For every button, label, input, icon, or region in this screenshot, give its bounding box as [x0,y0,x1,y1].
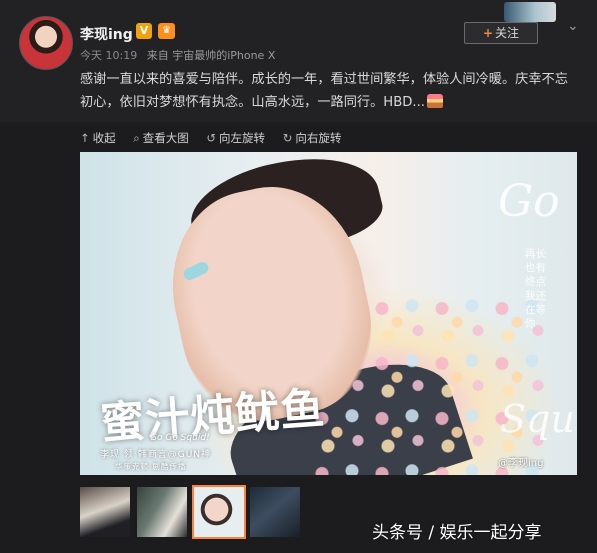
post-text-content: 感谢一直以来的喜爱与陪伴。成长的一年，看过世间繁华，体验人间冷暖。庆幸不忘初心，… [80,72,568,110]
vip-crown-icon: ♛ [158,23,175,39]
avatar[interactable] [19,16,73,70]
poster-cast: 李现 领 韩商言@GUN神 [100,450,212,460]
poster-tagline: 再长也有终点我还在等你 [525,248,546,330]
arrow-up-icon: ↑ [80,131,90,145]
view-large-label: 查看大图 [142,131,189,145]
card-decoration-image [504,2,556,22]
follow-label: 关注 [495,26,520,40]
thumbnail-3-selected[interactable] [192,485,246,539]
post-header: 李现ing V ♛ 今天 10:19 来自 宇宙最帅的iPhone X + 关注 … [0,0,597,122]
thumbnail-2[interactable] [137,487,187,537]
thumbnail-4[interactable] [250,487,300,537]
image-toolbar: ↑ 收起 ⌕ 查看大图 ↺ 向左旋转 ↻ 向右旋转 [80,130,355,146]
post-text: 感谢一直以来的喜爱与陪伴。成长的一年，看过世间繁华，体验人间冷暖。庆幸不忘初心，… [80,68,570,114]
view-large-button[interactable]: ⌕ 查看大图 [133,130,188,146]
rotate-right-button[interactable]: ↻ 向右旋转 [283,130,342,146]
weibo-watermark: @李现ing [498,458,544,469]
rotate-left-icon: ↺ [206,131,217,145]
collapse-button[interactable]: ↑ 收起 [80,130,116,146]
post-time[interactable]: 今天 10:19 [80,49,137,62]
follow-button[interactable]: + 关注 [464,22,538,44]
verified-v-icon: V [136,23,152,39]
main-post-image[interactable]: Go 再长也有终点我还在等你 Squid 蜜汁炖鱿鱼 Go Go Squid! … [80,152,577,475]
brand-watermark: 头条号 / 娱乐一起分享 [372,523,542,543]
poster-go-text: Go [498,176,560,227]
thumbnail-1[interactable] [80,487,130,537]
poster-squid-text: Squid [500,397,577,441]
poster-crew: 华策克顿 剧酷传播 [115,462,187,471]
chevron-down-icon[interactable]: ⌄ [567,18,579,34]
rotate-left-label: 向左旋转 [219,131,266,145]
post-source: 来自 宇宙最帅的iPhone X [146,49,276,62]
collapse-label: 收起 [92,131,116,145]
plus-icon: + [482,26,494,40]
magnifier-icon: ⌕ [133,131,140,145]
username[interactable]: 李现ing [80,24,133,44]
cake-emoji-icon [427,94,444,108]
rotate-right-icon: ↻ [282,131,293,145]
poster-subtitle: Go Go Squid! [150,433,210,443]
rotate-right-label: 向右旋转 [295,131,342,145]
rotate-left-button[interactable]: ↺ 向左旋转 [206,130,265,146]
post-meta: 今天 10:19 来自 宇宙最帅的iPhone X [80,47,275,63]
